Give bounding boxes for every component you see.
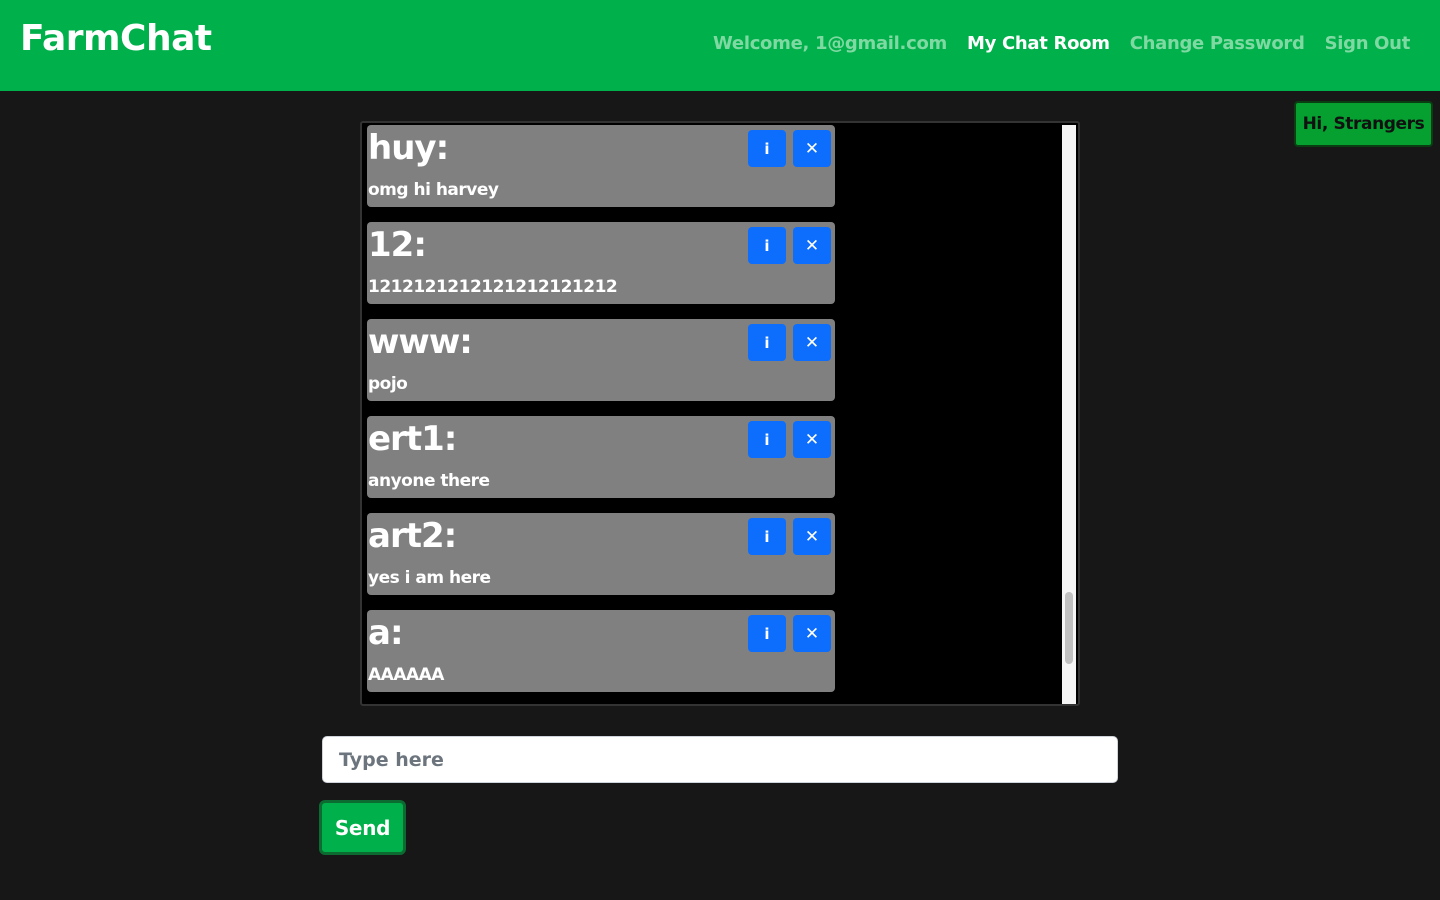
message-delete-button[interactable]: ✕ — [793, 227, 831, 264]
message-item: 12: 1212121212121212121212 i ✕ — [367, 222, 835, 304]
message-delete-button[interactable]: ✕ — [793, 615, 831, 652]
message-text: anyone there — [368, 471, 490, 491]
send-button[interactable]: Send — [319, 800, 406, 855]
chat-scrollbar[interactable] — [1062, 125, 1076, 704]
message-info-button[interactable]: i — [748, 227, 786, 264]
message-item: huy: omg hi harvey i ✕ — [367, 125, 835, 207]
message-username: huy: — [368, 128, 449, 168]
message-info-button[interactable]: i — [748, 130, 786, 167]
message-info-button[interactable]: i — [748, 615, 786, 652]
chat-scroll-thumb[interactable] — [1065, 592, 1073, 664]
message-username: a: — [368, 613, 404, 653]
message-delete-button[interactable]: ✕ — [793, 324, 831, 361]
messages-container: huy: omg hi harvey i ✕ 12: 1212121212121… — [367, 125, 835, 704]
message-username: art2: — [368, 516, 457, 556]
message-delete-button[interactable]: ✕ — [793, 130, 831, 167]
message-info-button[interactable]: i — [748, 421, 786, 458]
message-text: omg hi harvey — [368, 180, 499, 200]
message-item: ert1: anyone there i ✕ — [367, 416, 835, 498]
message-delete-button[interactable]: ✕ — [793, 421, 831, 458]
message-text: AAAAAA — [368, 665, 444, 685]
nav-my-chat-room[interactable]: My Chat Room — [967, 33, 1110, 54]
message-item: www: pojo i ✕ — [367, 319, 835, 401]
message-text: pojo — [368, 374, 408, 394]
message-username: 12: — [368, 225, 427, 265]
message-info-button[interactable]: i — [748, 324, 786, 361]
message-text: 1212121212121212121212 — [368, 277, 618, 297]
welcome-text: Welcome, 1@gmail.com — [713, 33, 947, 54]
nav-sign-out[interactable]: Sign Out — [1325, 33, 1411, 54]
navbar: FarmChat Welcome, 1@gmail.com My Chat Ro… — [0, 0, 1440, 91]
message-item: art2: yes i am here i ✕ — [367, 513, 835, 595]
hi-strangers-badge[interactable]: Hi, Strangers — [1294, 101, 1433, 147]
message-info-button[interactable]: i — [748, 518, 786, 555]
nav-links: Welcome, 1@gmail.com My Chat Room Change… — [713, 33, 1410, 54]
message-username: ert1: — [368, 419, 457, 459]
brand-logo[interactable]: FarmChat — [20, 18, 212, 59]
chat-message-list: huy: omg hi harvey i ✕ 12: 1212121212121… — [360, 121, 1080, 706]
message-text: yes i am here — [368, 568, 491, 588]
message-username: www: — [368, 322, 473, 362]
message-input[interactable] — [322, 736, 1118, 783]
message-item: a: AAAAAA i ✕ — [367, 610, 835, 692]
nav-change-password[interactable]: Change Password — [1130, 33, 1305, 54]
message-delete-button[interactable]: ✕ — [793, 518, 831, 555]
